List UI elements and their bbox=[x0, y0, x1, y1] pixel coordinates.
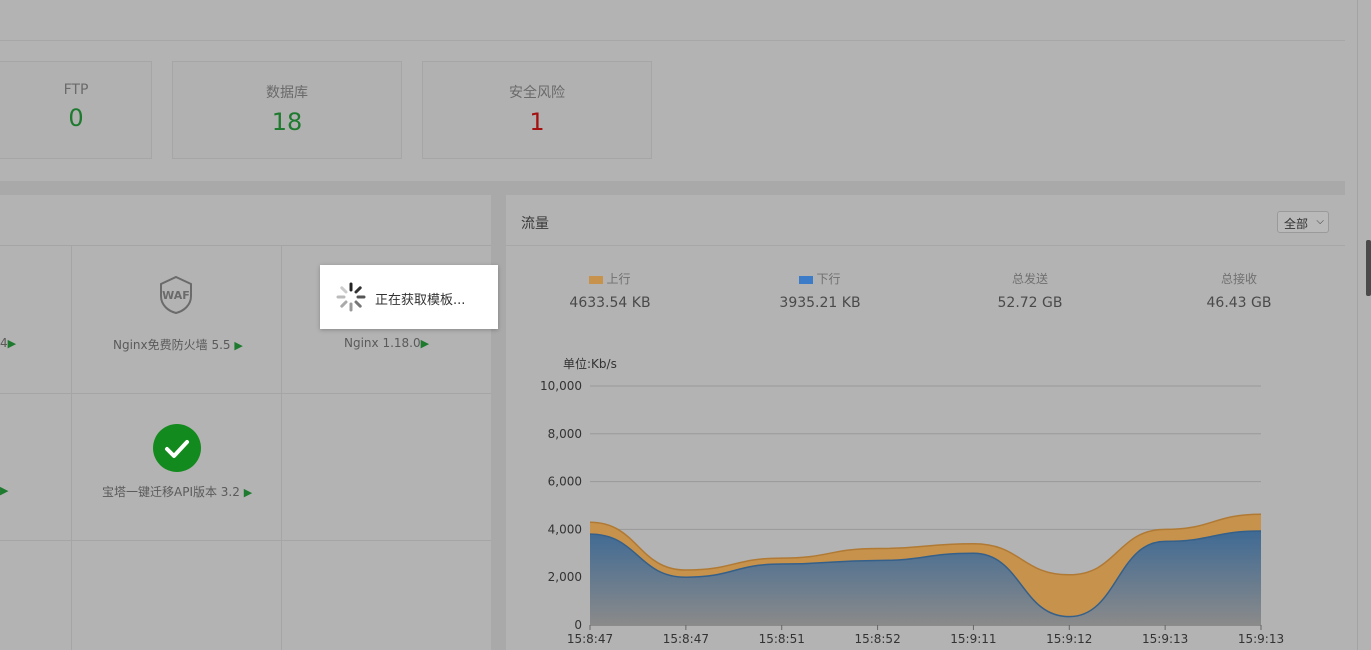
grid-line bbox=[0, 393, 491, 394]
chart-x-tick-label: 15:8:47 bbox=[567, 632, 613, 646]
software-panel bbox=[0, 195, 492, 650]
stat-card-ftp[interactable]: FTP 0 bbox=[0, 61, 152, 159]
software-item-nginx-waf[interactable]: Nginx免费防火墙 5.5 ▶ bbox=[113, 336, 243, 353]
panel-gap bbox=[491, 195, 506, 650]
waf-icon-text: WAF bbox=[162, 289, 190, 302]
software-item-nginx[interactable]: Nginx 1.18.0▶ bbox=[344, 336, 429, 350]
chart-y-tick-label: 4,000 bbox=[548, 522, 582, 536]
software-item-migration-api[interactable]: 宝塔一键迁移API版本 3.2 ▶ bbox=[102, 483, 252, 500]
panel-divider bbox=[0, 245, 491, 246]
chart-y-tick-label: 8,000 bbox=[548, 427, 582, 441]
stat-label: 安全风险 bbox=[509, 85, 565, 101]
chart-x-tick-label: 15:9:12 bbox=[1046, 632, 1092, 646]
stats-panel: FTP 0 数据库 18 安全风险 1 bbox=[0, 41, 1345, 181]
stat-card-security-risk[interactable]: 安全风险 1 bbox=[422, 61, 652, 159]
play-icon[interactable]: ▶ bbox=[234, 339, 242, 352]
loading-dialog: 正在获取模板... bbox=[320, 265, 498, 329]
check-icon bbox=[153, 424, 201, 472]
grid-line bbox=[281, 245, 282, 650]
stat-card-database[interactable]: 数据库 18 bbox=[172, 61, 402, 159]
chart-x-tick-label: 15:9:11 bbox=[950, 632, 996, 646]
stat-value[interactable]: 1 bbox=[423, 108, 651, 136]
chart-y-axis-label: 单位:Kb/s bbox=[563, 356, 617, 371]
top-bar bbox=[0, 0, 1345, 41]
stat-label: 数据库 bbox=[266, 85, 308, 101]
play-icon[interactable]: ▶ bbox=[0, 484, 8, 497]
section-divider bbox=[0, 181, 1345, 195]
chart-x-tick-label: 15:8:52 bbox=[854, 632, 900, 646]
stat-value[interactable]: 18 bbox=[173, 108, 401, 136]
software-item[interactable]: ▶ bbox=[0, 483, 8, 497]
stat-value[interactable]: 0 bbox=[1, 104, 151, 132]
page-scrollbar[interactable] bbox=[1357, 0, 1371, 650]
play-icon[interactable]: ▶ bbox=[421, 337, 429, 350]
play-icon[interactable]: ▶ bbox=[244, 486, 252, 499]
chart-y-tick-label: 10,000 bbox=[540, 379, 582, 393]
spinner-icon bbox=[336, 282, 366, 312]
software-item[interactable]: 4▶ bbox=[0, 336, 16, 350]
chart-x-tick-label: 15:9:13 bbox=[1238, 632, 1284, 646]
waf-icon: WAF bbox=[160, 275, 192, 315]
page-scrollbar-thumb[interactable] bbox=[1366, 240, 1371, 296]
play-icon[interactable]: ▶ bbox=[8, 337, 16, 350]
chart-y-tick-label: 6,000 bbox=[548, 475, 582, 489]
chart-area-download bbox=[590, 530, 1261, 625]
loading-text: 正在获取模板... bbox=[375, 293, 466, 308]
chart-y-tick-label: 2,000 bbox=[548, 570, 582, 584]
grid-line bbox=[0, 540, 491, 541]
chart-y-tick-label: 0 bbox=[574, 618, 582, 632]
stat-label: FTP bbox=[63, 82, 89, 98]
chart-x-tick-label: 15:8:51 bbox=[759, 632, 805, 646]
traffic-chart: 单位:Kb/s 0 2,000 4,000 6,000 8,000 10,000 15:8… bbox=[540, 356, 1284, 646]
grid-line bbox=[71, 245, 72, 650]
chart-x-tick-label: 15:8:47 bbox=[663, 632, 709, 646]
chart-x-tick-label: 15:9:13 bbox=[1142, 632, 1188, 646]
